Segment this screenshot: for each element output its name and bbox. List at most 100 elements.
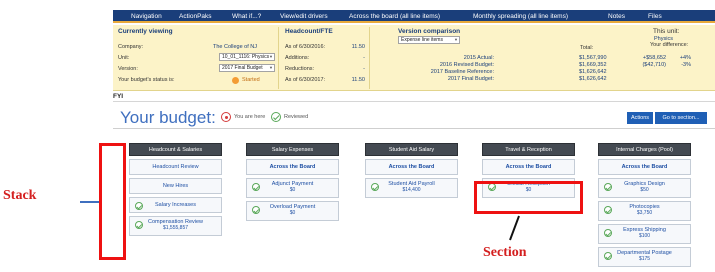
headcount-row-value: -	[363, 66, 365, 72]
section-label: New Hires	[162, 183, 189, 189]
unit-label: Unit:	[118, 55, 130, 61]
total-label: Total:	[580, 45, 594, 51]
top-nav: Navigation ActionPaks What if...? View/e…	[113, 10, 715, 23]
chevron-down-icon: ▼	[269, 65, 273, 70]
section-label: Overload Payment	[269, 204, 316, 210]
check-circle-icon	[604, 229, 612, 237]
unit-select-value: 10_01_1116: Physics	[222, 54, 270, 60]
nav-files[interactable]: Files	[648, 13, 662, 20]
stack-student-aid-salary: Student Aid Salary Across the Board Stud…	[365, 143, 458, 198]
section-label: Across the Board	[269, 164, 316, 170]
version-label: Version:	[118, 66, 138, 72]
section-card[interactable]: Student Aid Payroll $14,400	[365, 178, 458, 198]
stack-highlight	[99, 143, 126, 260]
section-label: Salary Increases	[155, 202, 196, 208]
total-value: $1,626,642	[579, 69, 607, 75]
section-card[interactable]: Across the Board	[365, 159, 458, 175]
section-label: Express Shipping	[623, 227, 666, 233]
check-circle-icon	[135, 221, 143, 229]
section-amount: $1,555,857	[162, 225, 189, 231]
nav-view-edit-drivers[interactable]: View/edit drivers	[280, 13, 328, 20]
section-amount: $0	[289, 187, 296, 193]
company-value: The College of NJ	[213, 44, 258, 50]
section-label: Student Aid Payroll	[388, 181, 435, 187]
nav-across-the-board[interactable]: Across the board (all line items)	[349, 13, 440, 20]
stack-header: Student Aid Salary	[365, 143, 458, 156]
section-card[interactable]: Salary Increases	[129, 197, 222, 213]
stack-salary-expenses: Salary Expenses Across the Board Adjunct…	[246, 143, 339, 221]
comparison-row-label: 2017 Baseline Reference:	[430, 69, 494, 75]
check-circle-icon	[252, 206, 260, 214]
stack-header: Salary Expenses	[246, 143, 339, 156]
total-value: $1,626,642	[579, 76, 607, 82]
section-label: Headcount Review	[152, 164, 199, 170]
unit-select[interactable]: 10_01_1116: Physics ▼	[219, 53, 275, 61]
nav-navigation[interactable]: Navigation	[131, 13, 162, 20]
comparison-row-label: 2016 Revised Budget:	[439, 62, 494, 68]
chevron-down-icon: ▼	[454, 37, 458, 42]
status-icon	[232, 77, 239, 84]
fyi-label: FYI	[113, 93, 124, 100]
annotation-line	[80, 201, 99, 203]
version-comparison-title: Version comparison	[398, 28, 461, 35]
total-value: $1,669,352	[579, 62, 607, 68]
version-select[interactable]: 2017 Final Budget ▼	[219, 64, 275, 72]
comparison-row-label: 2015 Actual:	[463, 55, 494, 61]
check-circle-icon	[271, 112, 281, 122]
headcount-row-label: Reductions:	[285, 66, 315, 72]
section-card[interactable]: Overload Payment $0	[246, 201, 339, 221]
section-card[interactable]: Headcount Review	[129, 159, 222, 175]
status-value: Started	[242, 77, 260, 83]
check-circle-icon	[604, 252, 612, 260]
nav-monthly-spreading[interactable]: Monthly spreading (all line items)	[473, 13, 568, 20]
nav-notes[interactable]: Notes	[608, 13, 625, 20]
divider	[113, 101, 715, 102]
section-card[interactable]: Express Shipping $100	[598, 224, 691, 244]
difference-value: +$58,652	[642, 55, 666, 61]
chevron-down-icon: ▼	[269, 54, 273, 59]
section-label: Across the Board	[505, 164, 552, 170]
check-circle-icon	[371, 183, 379, 191]
divider	[113, 128, 715, 129]
currently-viewing-title: Currently viewing	[118, 28, 173, 35]
actions-button[interactable]: Actions	[627, 112, 653, 124]
section-card[interactable]: Graphics Design $50	[598, 178, 691, 198]
check-circle-icon	[135, 202, 143, 210]
info-panel: Currently viewing Company: The College o…	[113, 25, 715, 91]
comparison-row-label: 2017 Final Budget:	[447, 76, 494, 82]
headcount-row-value: -	[363, 55, 365, 61]
section-card[interactable]: Photocopies $3,750	[598, 201, 691, 221]
section-label: Adjunct Payment	[271, 181, 314, 187]
go-to-section-button[interactable]: Go to section...	[655, 112, 707, 124]
section-card[interactable]: Adjunct Payment $0	[246, 178, 339, 198]
annotation-section-label: Section	[483, 245, 527, 260]
difference-pct: -3%	[681, 62, 691, 68]
section-card[interactable]: Departmental Postage $175	[598, 247, 691, 267]
comparison-select[interactable]: Expense line items ▼	[398, 36, 460, 44]
legend-you-are-here: You are here	[234, 114, 266, 120]
section-card[interactable]: Across the Board	[598, 159, 691, 175]
section-card[interactable]: Compensation Review $1,555,857	[129, 216, 222, 236]
section-card[interactable]: Across the Board	[482, 159, 575, 175]
legend-reviewed: Reviewed	[284, 114, 309, 120]
section-label: Across the Board	[621, 164, 668, 170]
check-circle-icon	[604, 183, 612, 191]
page-title: Your budget:	[120, 108, 216, 127]
stack-header: Internal Charges (Pool)	[598, 143, 691, 156]
section-amount: $175	[638, 256, 651, 262]
company-label: Company:	[118, 44, 144, 50]
nav-what-if[interactable]: What if...?	[232, 13, 261, 20]
divider	[278, 27, 279, 89]
headcount-row-value: 11.50	[351, 77, 365, 83]
annotation-line	[509, 215, 520, 241]
check-circle-icon	[604, 206, 612, 214]
section-amount: $0	[289, 210, 296, 216]
headcount-row-label: Additions:	[285, 55, 310, 61]
stack-headcount-salaries: Headcount & Salaries Headcount Review Ne…	[129, 143, 222, 236]
difference-label: Your difference:	[650, 42, 689, 48]
section-amount: $50	[640, 187, 649, 193]
nav-actionpaks[interactable]: ActionPaks	[179, 13, 212, 20]
section-card[interactable]: New Hires	[129, 178, 222, 194]
section-card[interactable]: Across the Board	[246, 159, 339, 175]
version-select-value: 2017 Final Budget	[222, 65, 263, 71]
